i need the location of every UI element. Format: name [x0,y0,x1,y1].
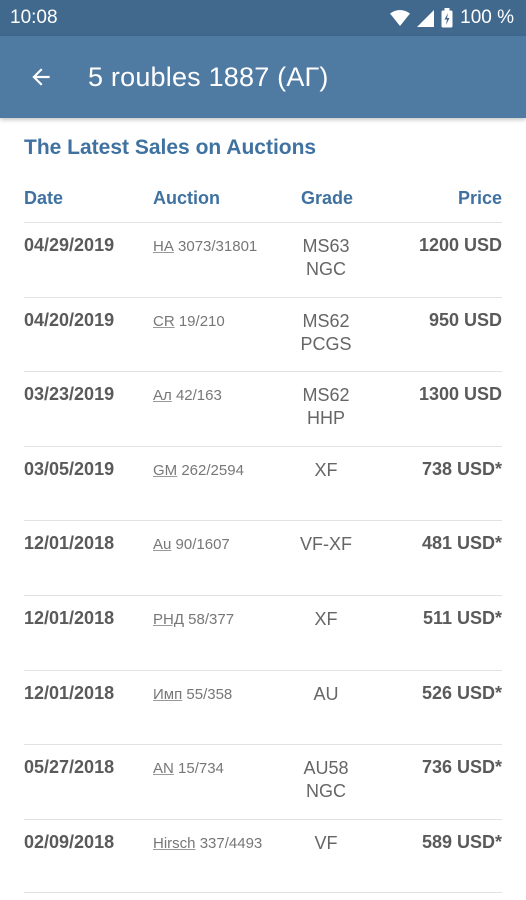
grade-service: NGC [306,259,346,279]
sale-auction: Hirsch 337/4493 [153,834,288,854]
status-icons: 100 % [390,7,514,29]
auction-link[interactable]: GM [153,462,177,479]
sale-price: 1200 USD [418,235,502,255]
sale-price: 1300 USD [418,384,502,405]
sale-price: 950 USD [428,309,502,330]
sale-auction: Ал 42/163 [153,386,288,406]
header-date: Date [24,188,64,208]
battery-percent: 100 % [460,7,514,28]
sale-date: 12/01/2018 [24,607,115,628]
table-row: 12/01/2018 РНД 58/377 XF 511 USD* [24,594,502,670]
auction-link[interactable]: Ал [153,387,172,404]
sale-price: 589 USD* [421,831,502,852]
auction-lot: 262/2594 [181,461,244,479]
header-price: Price [457,188,502,208]
auction-lot: 3073/31801 [178,238,258,255]
header-auction: Auction [153,188,220,208]
signal-icon [417,9,435,27]
sale-auction: Имп 55/358 [153,685,288,705]
grade-value: MS63 [302,236,350,256]
sale-date: 12/01/2018 [24,682,115,703]
sale-grade: AU [278,683,374,706]
back-button[interactable] [0,36,82,118]
auction-lot: 90/1607 [175,536,230,554]
auction-link[interactable]: AN [153,760,174,777]
sale-grade: XF [278,459,374,482]
sales-table: 04/29/2019 НА 3073/31801 MS63 NGC 1200 US… [24,222,502,894]
section-title: The Latest Sales on Auctions [24,136,317,159]
sale-price: 736 USD* [421,757,502,778]
sale-date: 02/09/2018 [24,831,115,852]
grade-value: AU58 [303,758,349,779]
grade-service: NGC [306,781,346,802]
status-bar: 10:08 100 % [0,0,526,36]
auction-link[interactable]: НА [153,238,174,255]
sale-date: 03/05/2019 [24,458,115,479]
auction-link[interactable]: РНД [153,611,184,628]
auction-lot: 58/377 [188,610,235,628]
table-row: 03/23/2019 Ал 42/163 MS62 HHP 1300 USD [24,371,502,446]
sale-auction: Au 90/1607 [153,535,288,555]
sale-price: 526 USD* [421,682,502,703]
table-row: 03/05/2019 GM 262/2594 XF 738 USD* [24,445,502,521]
sale-grade: XF [278,608,374,631]
grade-service: PCGS [300,333,352,354]
sale-auction: AN 15/734 [153,759,288,779]
grade-value: XF [314,459,338,480]
sale-date: 04/20/2019 [24,309,115,330]
table-row: 05/27/2018 AN 15/734 AU58 NGC 736 USD* [24,744,502,819]
battery-icon [441,8,453,28]
sale-auction: GM 262/2594 [153,461,288,481]
sale-date: 04/29/2019 [24,235,115,255]
wifi-icon [390,9,411,26]
table-row: 12/01/2018 Au 90/1607 VF-XF 481 USD* [24,520,502,595]
auction-link[interactable]: CR [153,313,175,330]
auction-lot: 42/163 [175,387,222,405]
auction-lot: 55/358 [186,685,233,703]
grade-value: AU [313,683,339,704]
table-row: 04/20/2019 CR 19/210 MS62 PCGS 950 USD [24,296,502,372]
table-row: 02/09/2018 Hirsch 337/4493 VF 589 USD* [24,818,502,894]
sale-grade: MS62 HHP [278,384,374,430]
sale-grade: MS63 NGC [278,235,374,281]
grade-value: MS62 [302,310,350,331]
sale-auction: НА 3073/31801 [153,237,288,257]
sale-grade: AU58 NGC [278,757,374,803]
sale-grade: VF-XF [278,533,374,556]
auction-link[interactable]: Имп [153,686,182,703]
app-bar: 5 roubles 1887 (АГ) [0,36,526,118]
sale-date: 12/01/2018 [24,533,115,554]
grade-value: VF [314,832,338,853]
table-row: 04/29/2019 НА 3073/31801 MS63 NGC 1200 US… [24,222,502,297]
arrow-left-icon [32,68,50,86]
status-time: 10:08 [10,7,58,28]
sale-auction: РНД 58/377 [153,610,288,630]
sale-price: 738 USD* [421,458,502,479]
grade-service: HHP [306,408,345,429]
auction-link[interactable]: Hirsch [153,835,196,852]
grade-value: MS62 [302,385,350,406]
sale-grade: MS62 PCGS [278,310,374,356]
page-title: 5 roubles 1887 (АГ) [88,61,329,92]
sale-grade: VF [278,832,374,855]
auction-link[interactable]: Au [153,536,171,553]
sale-date: 05/27/2018 [24,757,115,778]
sale-date: 03/23/2019 [24,384,115,405]
sale-price: 511 USD* [422,607,502,628]
header-grade: Grade [301,188,354,208]
table-row: 12/01/2018 Имп 55/358 AU 526 USD* [24,669,502,745]
sale-auction: CR 19/210 [153,312,288,332]
table-header: Date Auction Grade Price [0,188,526,222]
auction-lot: 15/734 [178,760,224,778]
sale-price: 481 USD* [421,533,502,554]
grade-value: XF [314,608,338,629]
auction-lot: 337/4493 [199,834,263,852]
auction-lot: 19/210 [178,312,225,330]
main-content: The Latest Sales on Auctions Date Auctio… [0,118,526,900]
grade-value: VF-XF [300,534,352,555]
